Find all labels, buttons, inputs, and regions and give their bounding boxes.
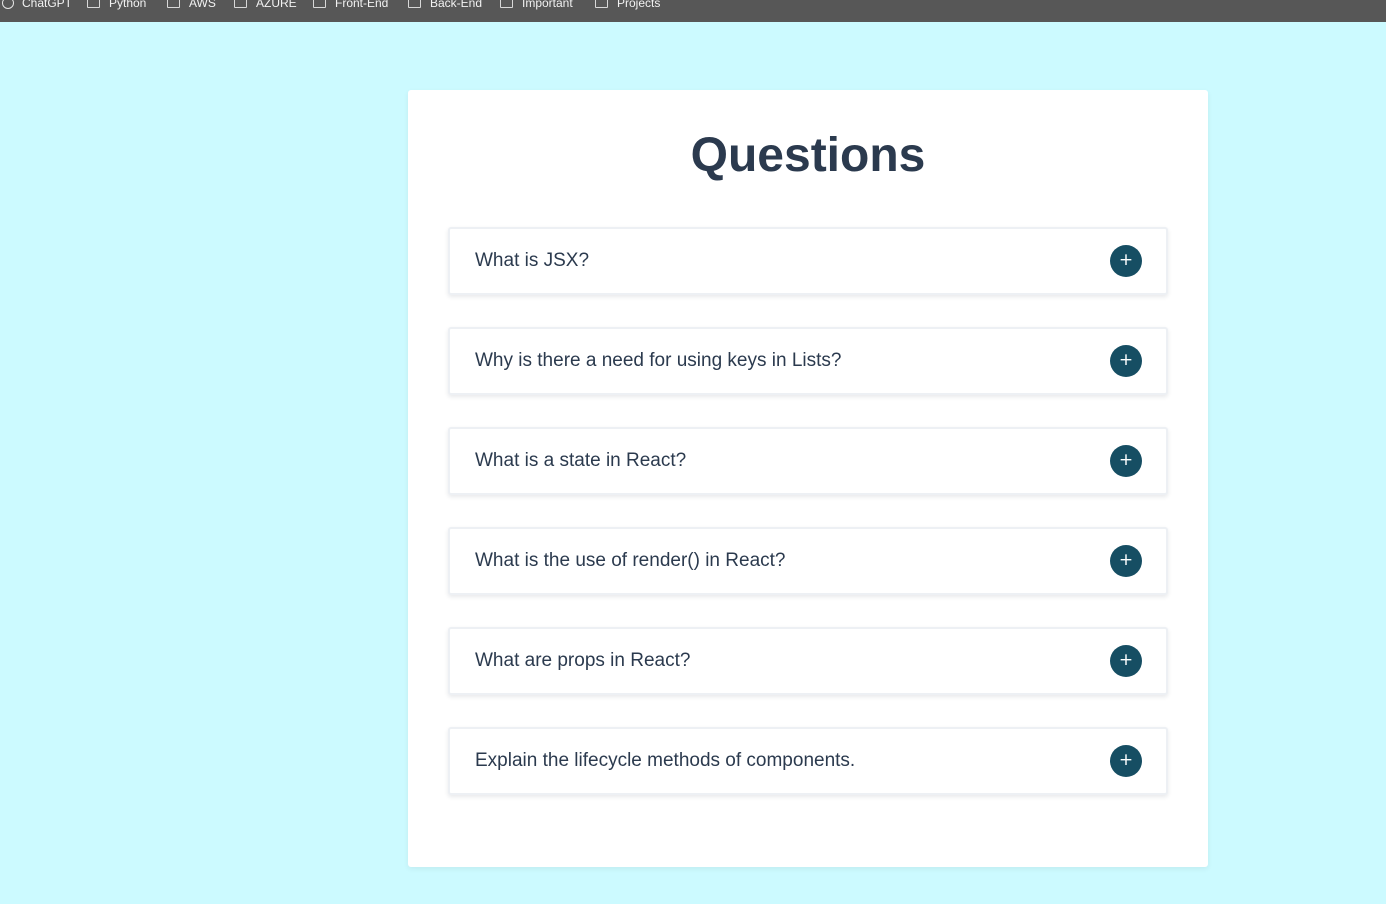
faq-item[interactable]: What are props in React? + xyxy=(448,627,1168,695)
bookmark-label: Front-End xyxy=(335,0,389,10)
chatgpt-logo-icon xyxy=(2,0,14,9)
faq-item[interactable]: Explain the lifecycle methods of compone… xyxy=(448,727,1168,795)
plus-icon[interactable]: + xyxy=(1110,245,1142,277)
faq-list: What is JSX? + Why is there a need for u… xyxy=(448,227,1168,827)
folder-icon xyxy=(234,0,247,8)
bookmark-folder-projects[interactable]: Projects xyxy=(595,0,660,12)
bookmark-folder-important[interactable]: Important xyxy=(500,0,573,12)
bookmark-label: Projects xyxy=(617,0,661,10)
folder-icon xyxy=(500,0,513,8)
folder-icon xyxy=(408,0,421,8)
folder-icon xyxy=(167,0,180,8)
bookmark-label: AWS xyxy=(189,0,216,10)
folder-icon xyxy=(87,0,100,8)
bookmark-chatgpt[interactable]: ChatGPT xyxy=(2,0,72,12)
plus-icon[interactable]: + xyxy=(1110,345,1142,377)
bookmark-folder-python[interactable]: Python xyxy=(87,0,146,12)
faq-item[interactable]: Why is there a need for using keys in Li… xyxy=(448,327,1168,395)
faq-question: What is the use of render() in React? xyxy=(475,550,786,571)
bookmark-folder-front-end[interactable]: Front-End xyxy=(313,0,388,12)
faq-question: Explain the lifecycle methods of compone… xyxy=(475,750,856,771)
faq-question: What is JSX? xyxy=(475,250,590,271)
bookmark-label: ChatGPT xyxy=(22,0,73,10)
questions-card: Questions What is JSX? + Why is there a … xyxy=(408,90,1208,867)
bookmark-label: Back-End xyxy=(430,0,483,10)
bookmark-folder-aws[interactable]: AWS xyxy=(167,0,216,12)
faq-question: What are props in React? xyxy=(475,650,691,671)
plus-icon[interactable]: + xyxy=(1110,745,1142,777)
faq-item[interactable]: What is the use of render() in React? + xyxy=(448,527,1168,595)
bookmarks-bar: ChatGPT Python AWS AZURE Front-End Back-… xyxy=(0,0,1386,22)
folder-icon xyxy=(595,0,608,8)
faq-question: What is a state in React? xyxy=(475,450,687,471)
bookmark-label: Python xyxy=(109,0,147,10)
plus-icon[interactable]: + xyxy=(1110,445,1142,477)
page-title: Questions xyxy=(690,129,926,182)
plus-icon[interactable]: + xyxy=(1110,545,1142,577)
plus-icon[interactable]: + xyxy=(1110,645,1142,677)
faq-item[interactable]: What is JSX? + xyxy=(448,227,1168,295)
bookmark-label: Important xyxy=(522,0,573,10)
bookmark-label: AZURE xyxy=(256,0,297,10)
folder-icon xyxy=(313,0,326,8)
bookmark-folder-back-end[interactable]: Back-End xyxy=(408,0,482,12)
faq-item[interactable]: What is a state in React? + xyxy=(448,427,1168,495)
faq-question: Why is there a need for using keys in Li… xyxy=(475,350,842,371)
bookmark-folder-azure[interactable]: AZURE xyxy=(234,0,297,12)
